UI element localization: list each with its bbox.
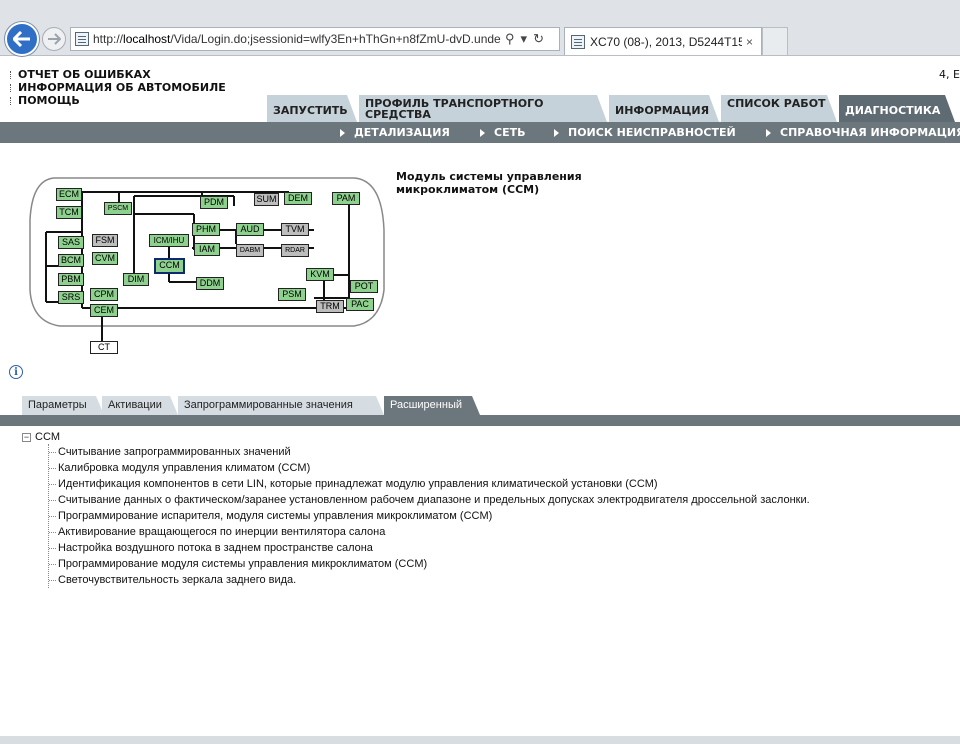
info-icon[interactable]: i — [9, 365, 23, 379]
module-aud[interactable]: AUD — [236, 223, 264, 236]
module-ddm[interactable]: DDM — [196, 277, 224, 290]
module-iam[interactable]: IAM — [194, 243, 220, 256]
sub-navigation: ДЕТАЛИЗАЦИЯ СЕТЬ ПОИСК НЕИСПРАВНОСТЕЙ СП… — [0, 122, 960, 143]
back-button[interactable] — [5, 22, 39, 56]
module-cpm[interactable]: CPM — [90, 288, 118, 301]
top-menu: ОТЧЕТ ОБ ОШИБКАХ ИНФОРМАЦИЯ ОБ АВТОМОБИЛ… — [10, 68, 226, 107]
url-path: /Vida/Login.do;jsessionid=wlfy3En+hThGn+… — [170, 32, 501, 46]
module-bcm[interactable]: BCM — [58, 254, 84, 267]
address-bar[interactable]: http://localhost/Vida/Login.do;jsessioni… — [70, 27, 560, 51]
tree-item[interactable]: Считывание данных о фактическом/заранее … — [49, 492, 810, 508]
menu-item-help[interactable]: ПОМОЩЬ — [10, 94, 226, 107]
new-tab-button[interactable] — [762, 27, 788, 55]
tree-items: Считывание запрограммированных значений … — [48, 444, 810, 588]
tab-start[interactable]: ЗАПУСТИТЬ — [267, 95, 357, 122]
function-tree: − CCM Считывание запрограммированных зна… — [22, 430, 810, 588]
module-icm-ihu[interactable]: ICM/IHU — [149, 234, 189, 247]
module-title: Модуль системы управления микроклиматом … — [396, 170, 596, 196]
module-srs[interactable]: SRS — [58, 291, 84, 304]
tree-item[interactable]: Настройка воздушного потока в заднем про… — [49, 540, 810, 556]
tree-item[interactable]: Калибровка модуля управления климатом (C… — [49, 460, 810, 476]
subnav-reference[interactable]: СПРАВОЧНАЯ ИНФОРМАЦИЯ — [766, 126, 960, 139]
browser-tab[interactable]: XC70 (08-), 2013, D5244T15,... × — [564, 27, 762, 55]
module-pbm[interactable]: PBM — [58, 273, 84, 286]
tab-activations[interactable]: Активации — [102, 396, 178, 415]
module-sum[interactable]: SUM — [254, 193, 279, 206]
tree-item[interactable]: Программирование модуля системы управлен… — [49, 556, 810, 572]
tab-title: XC70 (08-), 2013, D5244T15,... — [590, 34, 742, 49]
tree-item[interactable]: Программирование испарителя, модуля сист… — [49, 508, 810, 524]
tab-parameters[interactable]: Параметры — [22, 396, 104, 415]
module-pdm[interactable]: PDM — [200, 196, 228, 209]
bottom-scrollbar[interactable] — [0, 736, 960, 744]
module-pam[interactable]: PAM — [332, 192, 360, 205]
tree-root-label: CCM — [35, 431, 61, 443]
module-kvm[interactable]: KVM — [306, 268, 334, 281]
menu-item-vehicle-info[interactable]: ИНФОРМАЦИЯ ОБ АВТОМОБИЛЕ — [10, 81, 226, 94]
tab-work-list[interactable]: СПИСОК РАБОТ — [721, 95, 837, 122]
tree-item[interactable]: Считывание запрограммированных значений — [49, 444, 810, 460]
forward-button[interactable] — [42, 27, 66, 51]
menu-item-error-report[interactable]: ОТЧЕТ ОБ ОШИБКАХ — [10, 68, 226, 81]
module-sas[interactable]: SAS — [58, 236, 84, 249]
module-title-text: Модуль системы управления микроклиматом … — [396, 170, 582, 196]
module-pac[interactable]: PAC — [346, 298, 374, 311]
url-scheme: http:// — [93, 32, 124, 46]
dropdown-icon[interactable]: ▾ — [521, 31, 528, 47]
tab-page-icon — [571, 34, 585, 49]
module-trm[interactable]: TRM — [316, 300, 344, 313]
close-tab-icon[interactable]: × — [746, 35, 753, 49]
collapse-icon[interactable]: − — [22, 432, 31, 442]
module-ct[interactable]: CT — [90, 341, 118, 354]
module-tvm[interactable]: TVM — [281, 223, 309, 236]
module-cem[interactable]: CEM — [90, 304, 118, 317]
address-url[interactable]: http://localhost/Vida/Login.do;jsessioni… — [93, 32, 501, 46]
module-dabm[interactable]: DABM — [236, 244, 264, 257]
module-phm[interactable]: PHM — [192, 223, 220, 236]
module-tcm[interactable]: TCM — [56, 206, 82, 219]
tab-information[interactable]: ИНФОРМАЦИЯ — [609, 95, 719, 122]
subnav-network[interactable]: СЕТЬ — [480, 126, 525, 139]
module-pscm[interactable]: PSCM — [104, 202, 132, 215]
module-dem[interactable]: DEM — [284, 192, 312, 205]
subnav-detail[interactable]: ДЕТАЛИЗАЦИЯ — [340, 126, 450, 139]
module-fsm[interactable]: FSM — [92, 234, 118, 247]
refresh-icon[interactable]: ↻ — [533, 31, 544, 47]
main-tabs: ЗАПУСТИТЬ ПРОФИЛЬ ТРАНСПОРТНОГО СРЕДСТВА… — [267, 95, 957, 122]
subnav-fault-search[interactable]: ПОИСК НЕИСПРАВНОСТЕЙ — [554, 126, 736, 139]
search-icon[interactable]: ⚲ — [505, 31, 515, 47]
module-ccm[interactable]: CCM — [154, 258, 185, 274]
arrow-left-icon — [13, 31, 30, 47]
module-psm[interactable]: PSM — [278, 288, 306, 301]
tree-item[interactable]: Активирование вращающегося по инерции ве… — [49, 524, 810, 540]
detail-tabs-bar — [0, 415, 960, 426]
module-cvm[interactable]: CVM — [92, 252, 118, 265]
page-number: 4, E — [939, 68, 960, 81]
tree-item[interactable]: Светочувствительность зеркала заднего ви… — [49, 572, 810, 588]
module-dim[interactable]: DIM — [123, 273, 149, 286]
url-host: localhost — [123, 32, 171, 46]
browser-chrome: http://localhost/Vida/Login.do;jsessioni… — [0, 0, 960, 56]
detail-tabs: Параметры Активации Запрограммированные … — [0, 396, 960, 415]
network-diagram: ECM TCM PSCM PDM SUM DEM PAM SAS FSM ICM… — [24, 170, 394, 356]
module-rdar[interactable]: RDAR — [281, 244, 309, 257]
tree-root[interactable]: − CCM — [22, 430, 810, 444]
arrow-right-icon — [48, 33, 61, 45]
tab-diagnostics[interactable]: ДИАГНОСТИКА — [839, 95, 955, 122]
page-icon — [75, 32, 89, 46]
tab-vehicle-profile[interactable]: ПРОФИЛЬ ТРАНСПОРТНОГО СРЕДСТВА — [359, 95, 607, 122]
tree-item[interactable]: Идентификация компонентов в сети LIN, ко… — [49, 476, 810, 492]
tab-advanced[interactable]: Расширенный — [384, 396, 480, 415]
module-pot[interactable]: POT — [350, 280, 378, 293]
module-ecm[interactable]: ECM — [56, 188, 82, 201]
tab-programmed-values[interactable]: Запрограммированные значения — [178, 396, 384, 415]
